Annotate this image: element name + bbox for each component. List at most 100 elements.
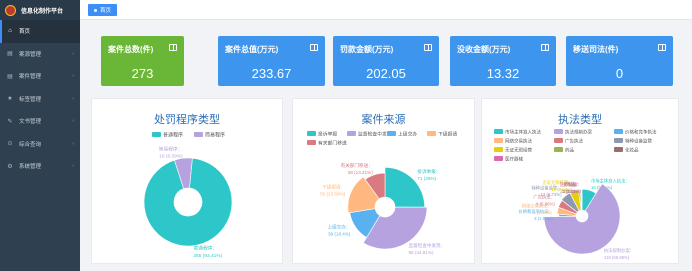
slice-value: 8 (4.49%) [533,210,552,215]
sidebar-item-4[interactable]: ✎ 文书管理 ‹ [0,110,80,133]
chart-panel-source: 案件来源 投诉举报 监督检查中发现 上级交办 下级报请 有关部门移送 投诉举报： 71 (2… [292,98,475,264]
slice-value: 255 (93.41%) [193,253,222,259]
sidebar-item-0[interactable]: ⌂ 首页 [0,20,80,43]
legend-label: 广告执法 [565,138,583,145]
chart-panel-procedure: 处罚程序类型 普通程序 简易程序 普通程序： 255 (93.41%) 简易程序： 18 … [91,98,283,264]
legend-label: 下级报请 [438,131,457,138]
legend-label: 医疗器械 [505,156,523,163]
stat-label: 案件总数(件) [108,45,154,54]
legend-swatch [194,132,203,137]
slice-label: 普通程序： [193,245,217,252]
book-icon [541,44,549,51]
brand: 信息化制作平台 [0,0,80,20]
legend-swatch [494,129,503,134]
legend-swatch [554,138,563,143]
stat-value: 0 [615,66,624,81]
legend-swatch [614,138,623,143]
chart-panel-enforcement: 执法类型 市场主体准入执法 执法规制办案 价格和竞争执法 网络交易执法 广告执法 特种设备… [481,98,679,264]
legend-label: 网络交易执法 [505,138,532,145]
chevron-left-icon: ‹ [72,118,74,125]
sidebar-item-3[interactable]: ★ 标签管理 ‹ [0,88,80,111]
slice-value: 50 (23.58%) [320,192,345,197]
home-icon: ⌂ [8,28,12,35]
stat-card-transfer[interactable]: 移送司法(件) 0 [566,36,673,86]
legend-label: 市场主体准入执法 [505,129,541,136]
legend-swatch [347,131,356,136]
stat-value: 233.67 [251,66,292,81]
legend-swatch [307,131,316,136]
legend-label: 特种设备监管 [625,138,652,145]
legend-swatch [554,129,563,134]
star-icon: ★ [7,96,13,103]
slice-label: 上级交办： [327,223,350,230]
stat-label: 移送司法(件) [573,45,619,54]
stat-label: 没收金额(万元) [457,45,511,54]
stat-card-cases[interactable]: 案件总数(件) 273 [101,36,184,86]
legend-label: 普通程序 [163,132,183,139]
stat-card-fine[interactable]: 罚款金额(万元) 202.05 [333,36,439,86]
sidebar-item-label: 案源管理 [19,51,42,58]
tab-dot-icon [94,8,97,12]
sidebar-item-label: 首页 [19,29,31,36]
search-icon: ⊙ [7,141,13,148]
slice-label: 简易程序： [159,145,183,152]
legend-swatch [152,132,161,137]
stat-card-value-total[interactable]: 案件总值(万元) 233.67 [218,36,325,86]
stat-label: 罚款金额(万元) [340,45,394,54]
national-emblem-icon [5,4,16,16]
slice-label: 医疗器械： [560,181,581,188]
slice-value: 71 (26%) [417,176,436,181]
slice-label: 执法规制办案： [604,247,634,254]
document-icon: ✎ [7,118,13,125]
legend-swatch [387,131,396,136]
stat-card-confiscation[interactable]: 没收金额(万元) 13.32 [450,36,556,86]
folder-icon: ▤ [7,51,13,58]
legend-label: 价格和竞争执法 [625,129,657,136]
stat-value: 273 [131,66,154,81]
folder-icon: ▤ [7,73,13,80]
legend-swatch [554,147,563,152]
chart-procedure-svg: 普通程序 简易程序普通程序：255 (93.41%) 简易程序： 18 (6.59%) [143,132,233,259]
legend-swatch [614,129,623,134]
legend-swatch [494,147,503,152]
legend-label: 监督检查中发现 [358,131,392,138]
sidebar-item-label: 标签管理 [19,96,42,103]
slice-label: 下级报请： [322,183,345,190]
slice-value: 18 (6.59%) [159,154,183,160]
sidebar-item-label: 案件管理 [19,74,42,81]
book-icon [169,44,177,51]
slice-value: 3 (1.68%) [534,216,553,221]
book-icon [424,44,432,51]
stat-value: 202.05 [366,66,406,81]
legend-swatch [427,131,436,136]
sidebar: 信息化制作平台 ⌂ 首页 ▤ 案源管理 ‹ ▤ 案件管理 ‹ ★ 标签管理 ‹ ✎ 文书管理 ‹ ⊙ 综合查询… [0,0,80,271]
slice-label: 有关部门移送： [341,162,373,169]
legend-label: 上级交办 [398,131,417,138]
legend-label: 有关部门移送 [318,140,347,147]
chevron-left-icon: ‹ [72,140,74,147]
top-bar: 首页 [80,0,692,20]
sidebar-nav: ⌂ 首页 ▤ 案源管理 ‹ ▤ 案件管理 ‹ ★ 标签管理 ‹ ✎ 文书管理 ‹ ⊙ 综合查询 ‹ ⚙ 系统管理 ‹ [0,20,80,178]
tab-home-label: 首页 [100,8,112,14]
legend-label: 简易程序 [205,132,225,139]
sidebar-item-1[interactable]: ▤ 案源管理 ‹ [0,43,80,66]
sidebar-item-5[interactable]: ⊙ 综合查询 ‹ [0,133,80,156]
tab-home[interactable]: 首页 [88,4,118,16]
sidebar-item-label: 综合查询 [19,141,42,148]
app-title: 信息化制作平台 [21,8,64,15]
slice-value: 39 (18.4%) [328,231,351,236]
slice-label: 投诉举报： [417,168,440,175]
chart-enforcement-svg: 市场主体准入执法 执法规制办案 价格和竞争执法网络交易执法 广告执法 特种设备监管无证无… [494,129,657,260]
sidebar-item-2[interactable]: ▤ 案件管理 ‹ [0,65,80,88]
book-icon [658,44,666,51]
slice-value: 1 (0.56%) [563,189,582,194]
book-icon [310,44,318,51]
sidebar-item-6[interactable]: ⚙ 系统管理 ‹ [0,155,80,178]
slice-value: 9 (5.06%) [536,201,555,206]
sidebar-item-label: 文书管理 [19,119,42,126]
slice-value: 95 (44.81%) [408,250,433,255]
slice-label: 市场主体准入执法： [591,177,630,184]
slice-value: 12 (6.74%) [541,192,563,197]
chevron-left-icon: ‹ [72,163,74,170]
slice-label: 监督检查中发现： [408,242,445,249]
